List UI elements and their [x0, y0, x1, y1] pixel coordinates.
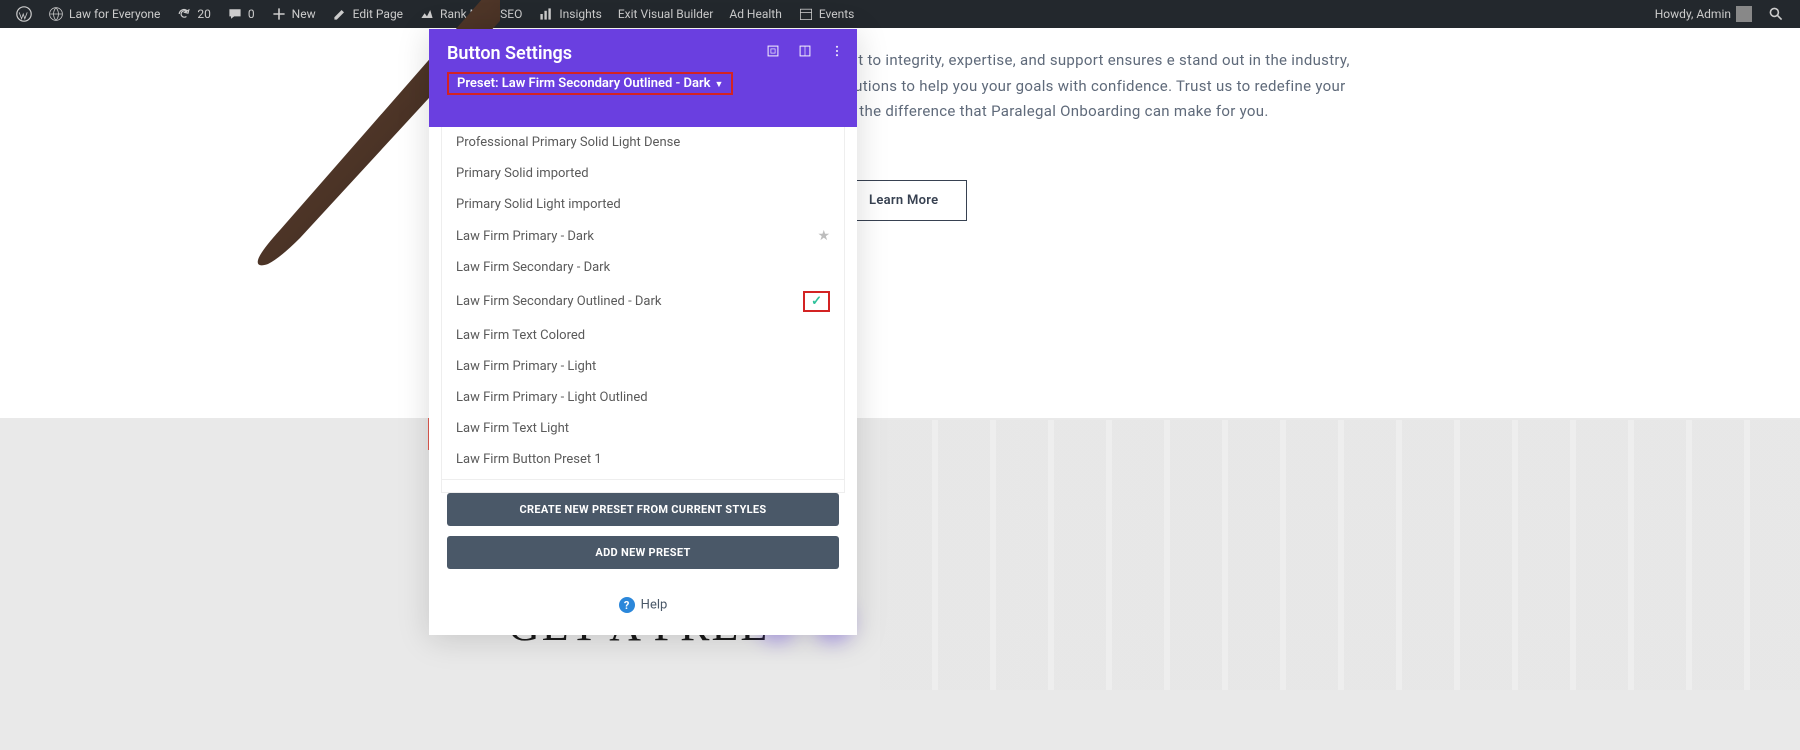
- preset-item[interactable]: Law Firm Primary - Light: [442, 351, 844, 382]
- create-preset-button[interactable]: CREATE NEW PRESET FROM CURRENT STYLES: [447, 493, 839, 526]
- insights-label: Insights: [559, 7, 601, 21]
- refresh-icon: [176, 6, 192, 22]
- selected-indicator: ✓: [803, 291, 830, 312]
- new-label: New: [292, 7, 316, 21]
- preset-item-label: Professional Primary Solid Light Dense: [456, 135, 680, 150]
- plus-icon: [271, 6, 287, 22]
- edit-page-label: Edit Page: [353, 7, 403, 21]
- exit-vb-label: Exit Visual Builder: [618, 7, 714, 21]
- preset-item[interactable]: Law Firm Secondary Outlined - Dark ✓: [442, 283, 844, 320]
- help-link[interactable]: ? Help: [429, 579, 857, 635]
- wp-admin-bar: Law for Everyone 20 0 New Edit Page Rank…: [0, 0, 1800, 28]
- expand-icon[interactable]: [765, 43, 781, 59]
- updates[interactable]: 20: [168, 0, 219, 28]
- help-label: Help: [641, 598, 668, 613]
- exit-vb[interactable]: Exit Visual Builder: [610, 0, 722, 28]
- search-icon: [1768, 6, 1784, 22]
- check-icon: ✓: [811, 294, 822, 309]
- kebab-icon[interactable]: [829, 43, 845, 59]
- wp-logo[interactable]: [8, 0, 40, 28]
- preset-label: Preset: Law Firm Secondary Outlined - Da…: [457, 76, 711, 91]
- avatar: [1736, 6, 1752, 22]
- preset-item-label: Law Firm Secondary - Dark: [456, 260, 610, 275]
- preset-item[interactable]: Law Firm Secondary - Dark: [442, 252, 844, 283]
- preset-item[interactable]: Law Firm Primary - Light Outlined: [442, 382, 844, 413]
- calendar-icon: [798, 6, 814, 22]
- search-toggle[interactable]: [1760, 0, 1792, 28]
- new-content[interactable]: New: [263, 0, 324, 28]
- chart-icon: [538, 6, 554, 22]
- comments-count: 0: [248, 7, 255, 21]
- star-icon: ★: [817, 228, 830, 244]
- preset-item-label: Primary Solid imported: [456, 166, 589, 181]
- insights[interactable]: Insights: [530, 0, 609, 28]
- preset-dropdown[interactable]: Preset: Law Firm Secondary Outlined - Da…: [447, 72, 733, 95]
- snap-icon[interactable]: [797, 43, 813, 59]
- preset-item-label: Law Firm Primary - Light Outlined: [456, 390, 648, 405]
- preset-list: Professional Primary Solid Light Dense Pr…: [441, 127, 845, 493]
- preset-item-label: Primary Solid Light imported: [456, 197, 621, 212]
- chevron-down-icon: ▼: [715, 80, 724, 90]
- howdy-text: Howdy, Admin: [1655, 7, 1731, 21]
- edit-page[interactable]: Edit Page: [324, 0, 411, 28]
- preset-item[interactable]: Law Firm Text Light: [442, 413, 844, 444]
- preset-item-label: Law Firm Primary - Dark: [456, 229, 594, 244]
- preset-item[interactable]: Primary Solid imported: [442, 158, 844, 189]
- comments[interactable]: 0: [219, 0, 263, 28]
- preset-item[interactable]: Law Firm Button Preset 1: [442, 444, 844, 475]
- preset-item[interactable]: Law Firm Text Colored: [442, 320, 844, 351]
- events[interactable]: Events: [790, 0, 863, 28]
- rank-math[interactable]: Rank Math SEO: [411, 0, 530, 28]
- preset-item-label: Law Firm Text Colored: [456, 328, 585, 343]
- preset-item-label: Law Firm Secondary Outlined - Dark: [456, 294, 661, 309]
- comment-icon: [227, 6, 243, 22]
- events-label: Events: [819, 7, 855, 21]
- preset-item-label: Law Firm Primary - Light: [456, 359, 596, 374]
- howdy[interactable]: Howdy, Admin: [1647, 0, 1760, 28]
- modal-header: Button Settings Preset: Law Firm Seconda…: [429, 29, 857, 127]
- columns-photo: [880, 420, 1800, 690]
- add-preset-button[interactable]: ADD NEW PRESET: [447, 536, 839, 569]
- preset-item[interactable]: Law Firm Primary - Dark ★: [442, 220, 844, 252]
- help-icon: ?: [619, 597, 635, 613]
- preset-item-label: Law Firm Button Preset 1: [456, 452, 602, 467]
- seo-icon: [419, 6, 435, 22]
- globe-icon: [48, 6, 64, 22]
- learn-more-button[interactable]: Learn More: [840, 180, 967, 221]
- divider: [442, 479, 844, 480]
- pencil-icon: [332, 6, 348, 22]
- preset-item[interactable]: Professional Primary Solid Light Dense: [442, 127, 844, 158]
- site-name-text: Law for Everyone: [69, 7, 160, 21]
- rank-math-label: Rank Math SEO: [440, 7, 522, 21]
- preset-item-label: Law Firm Text Light: [456, 421, 569, 436]
- button-settings-modal: Button Settings Preset: Law Firm Seconda…: [429, 29, 857, 635]
- ad-health[interactable]: Ad Health: [721, 0, 789, 28]
- updates-count: 20: [197, 7, 211, 21]
- wordpress-icon: [16, 6, 32, 22]
- preset-item[interactable]: Primary Solid Light imported: [442, 189, 844, 220]
- ad-health-label: Ad Health: [729, 7, 781, 21]
- site-name[interactable]: Law for Everyone: [40, 0, 168, 28]
